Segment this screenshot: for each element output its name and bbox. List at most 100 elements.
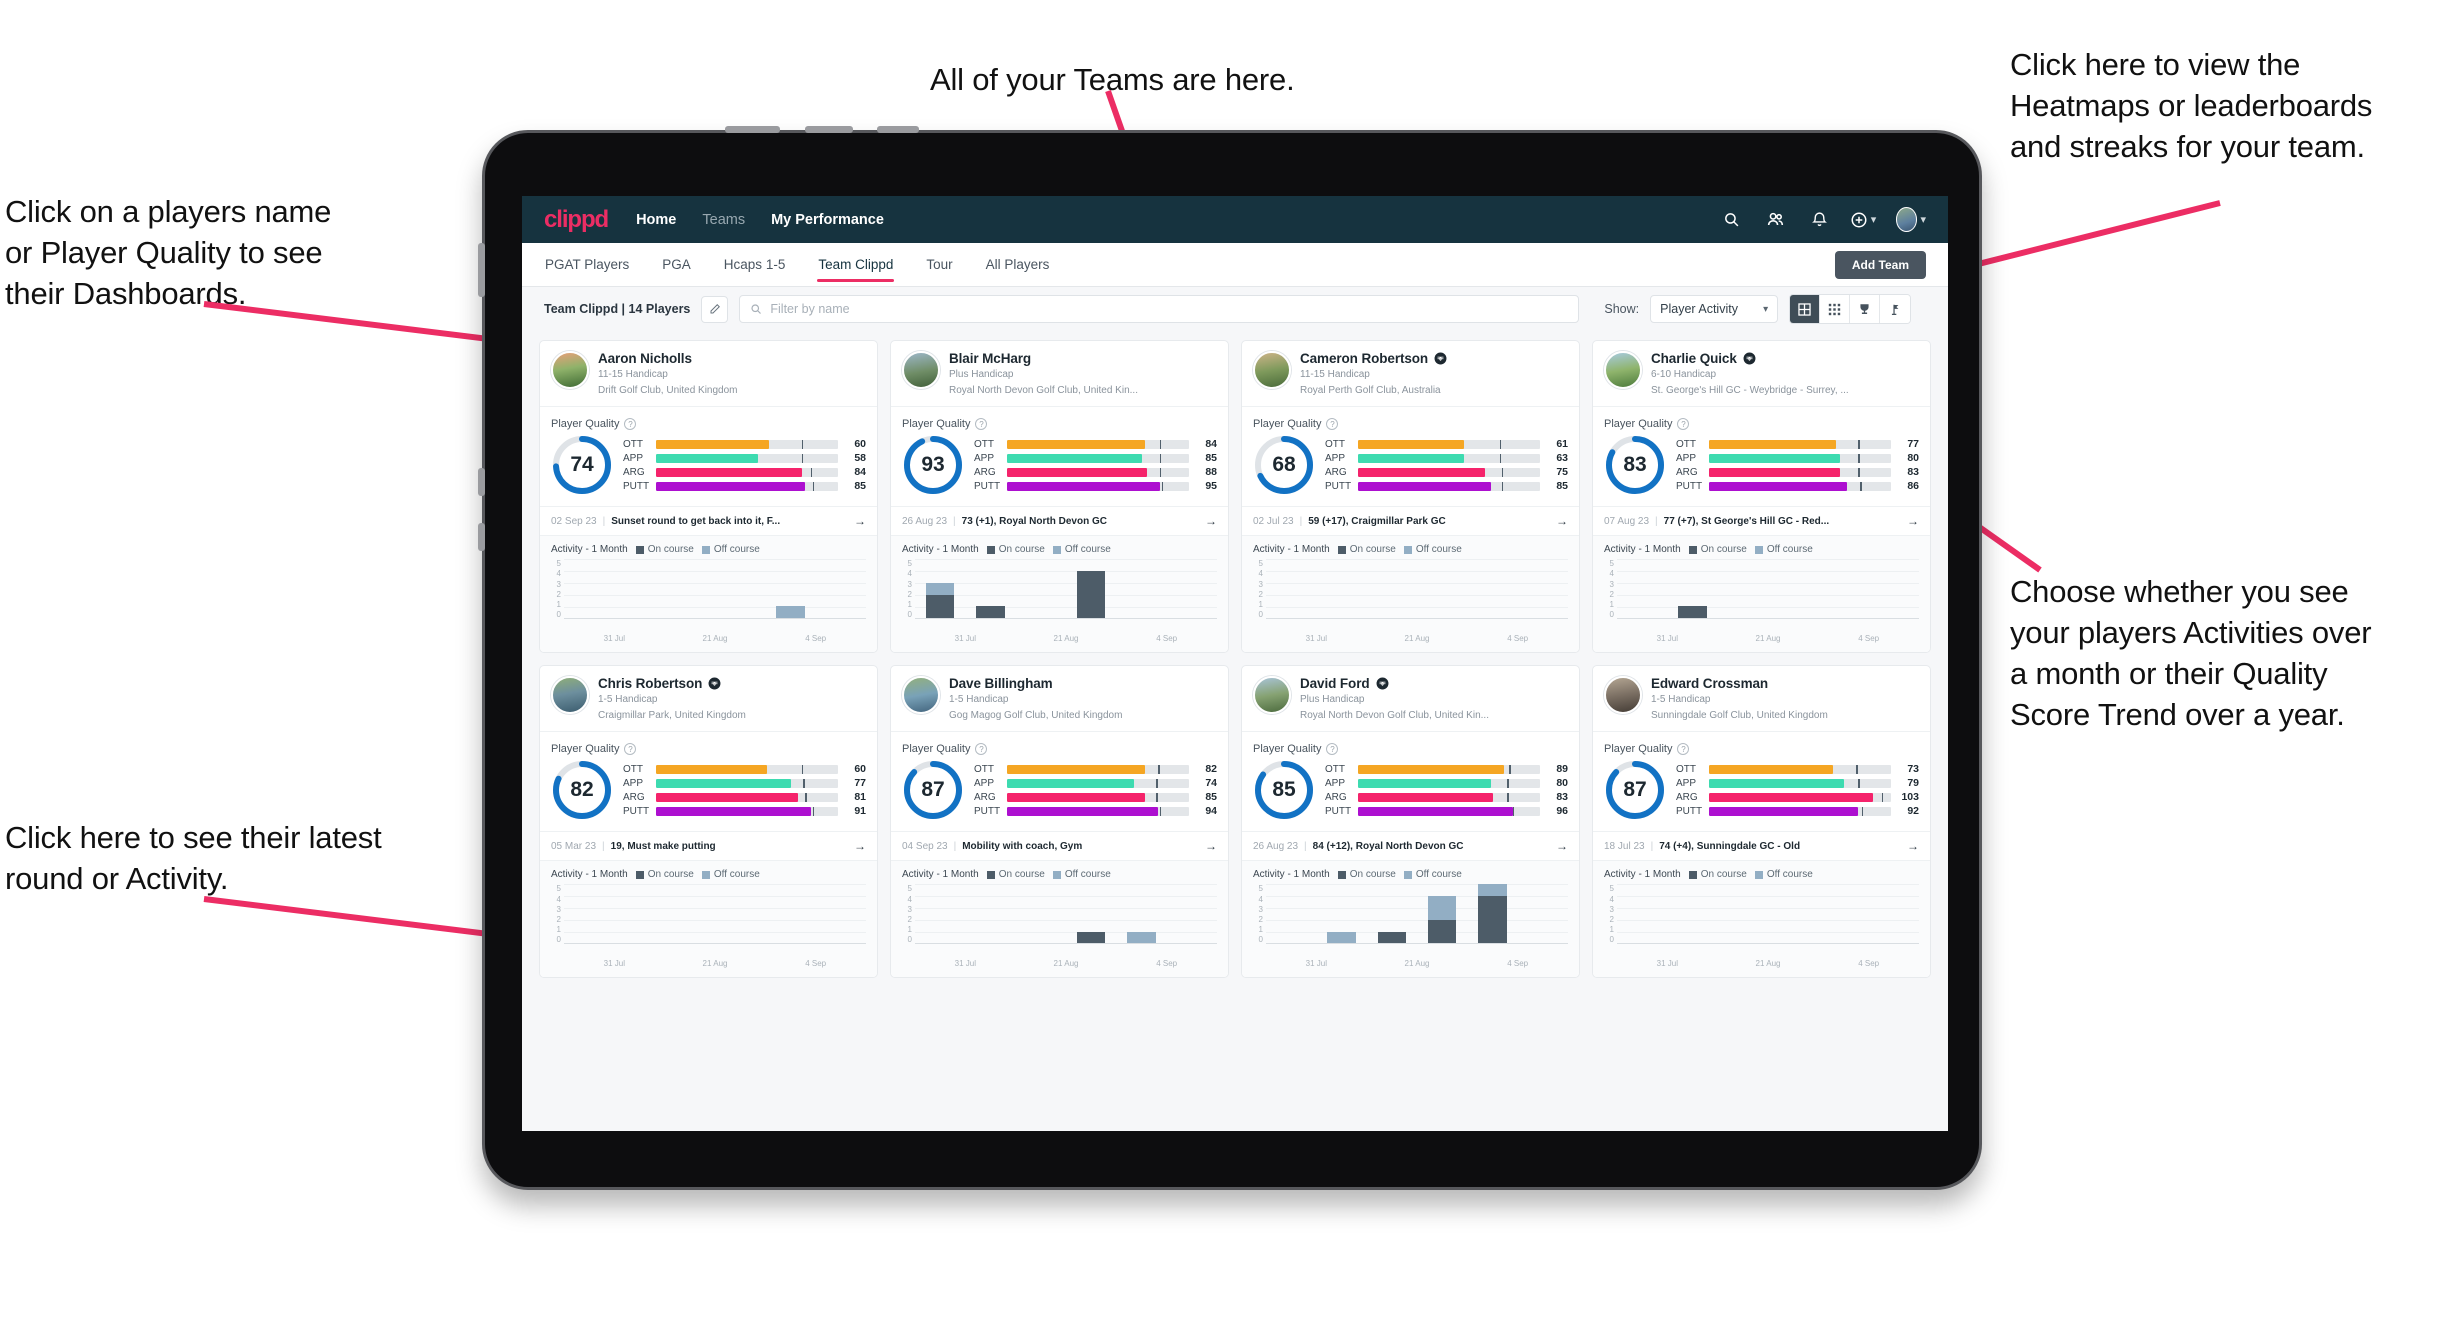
tab-tour[interactable]: Tour bbox=[925, 245, 953, 284]
player-name[interactable]: Charlie Quick bbox=[1651, 351, 1737, 366]
nav-link-teams[interactable]: Teams bbox=[702, 212, 745, 228]
search-icon[interactable] bbox=[1716, 205, 1746, 235]
player-card-header[interactable]: Charlie Quick 6-10 Handicap St. George's… bbox=[1593, 341, 1930, 406]
player-card-header[interactable]: Chris Robertson 1-5 Handicap Craigmillar… bbox=[540, 666, 877, 731]
arrow-right-icon[interactable]: → bbox=[1205, 839, 1217, 853]
arrow-right-icon[interactable]: → bbox=[1907, 514, 1919, 528]
player-quality-section[interactable]: Player Quality ? 82 OTT 60 APP 77 ARG 81… bbox=[540, 731, 877, 831]
trophy-icon[interactable] bbox=[1850, 295, 1881, 323]
tab-hcaps-1-5[interactable]: Hcaps 1-5 bbox=[723, 245, 787, 284]
latest-round-row[interactable]: 04 Sep 23 | Mobility with coach, Gym → bbox=[891, 831, 1228, 860]
player-quality-section[interactable]: Player Quality ? 87 OTT 82 APP 74 ARG 85… bbox=[891, 731, 1228, 831]
player-quality-title: Player Quality ? bbox=[902, 743, 1217, 756]
x-tick: 21 Aug bbox=[702, 634, 728, 644]
player-name[interactable]: Cameron Robertson bbox=[1300, 351, 1428, 366]
player-avatar[interactable] bbox=[902, 676, 940, 715]
arrow-right-icon[interactable]: → bbox=[1556, 514, 1568, 528]
metric-bar-track bbox=[1358, 467, 1540, 477]
player-avatar[interactable] bbox=[1604, 676, 1642, 715]
player-card[interactable]: Dave Billingham 1-5 Handicap Gog Magog G… bbox=[890, 665, 1229, 979]
clippd-logo[interactable]: clippd bbox=[544, 206, 609, 234]
people-icon[interactable] bbox=[1760, 205, 1790, 235]
player-name[interactable]: David Ford bbox=[1300, 676, 1370, 691]
player-card[interactable]: Cameron Robertson 11-15 Handicap Royal P… bbox=[1241, 340, 1580, 654]
help-icon[interactable]: ? bbox=[624, 743, 637, 756]
nav-link-my-performance[interactable]: My Performance bbox=[771, 212, 884, 228]
x-tick: 21 Aug bbox=[1404, 634, 1430, 644]
tab-team-clippd[interactable]: Team Clippd bbox=[817, 245, 895, 284]
tablet-device-frame: clippd Home Teams My Performance ▾ ▾ PGA… bbox=[478, 126, 1982, 1190]
grid-large-icon[interactable] bbox=[1790, 295, 1821, 323]
player-quality-section[interactable]: Player Quality ? 85 OTT 89 APP 80 ARG 83… bbox=[1242, 731, 1579, 831]
tab-all-players[interactable]: All Players bbox=[985, 245, 1051, 284]
player-avatar[interactable] bbox=[551, 676, 589, 715]
nav-link-home[interactable]: Home bbox=[636, 212, 676, 228]
pencil-icon[interactable] bbox=[701, 295, 729, 323]
player-quality-section[interactable]: Player Quality ? 83 OTT 77 APP 80 ARG 83… bbox=[1593, 406, 1930, 506]
arrow-right-icon[interactable]: → bbox=[1205, 514, 1217, 528]
player-name[interactable]: Dave Billingham bbox=[949, 676, 1053, 691]
player-quality-section[interactable]: Player Quality ? 68 OTT 61 APP 63 ARG 75… bbox=[1242, 406, 1579, 506]
bell-icon[interactable] bbox=[1804, 205, 1834, 235]
y-tick: 5 bbox=[1258, 884, 1263, 894]
flag-pin-icon[interactable] bbox=[1880, 295, 1911, 323]
show-dropdown[interactable]: Player Activity ▾ bbox=[1650, 295, 1779, 323]
tab-pgat-players[interactable]: PGAT Players bbox=[544, 245, 630, 284]
latest-round-row[interactable]: 26 Aug 23 | 84 (+12), Royal North Devon … bbox=[1242, 831, 1579, 860]
latest-round-row[interactable]: 05 Mar 23 | 19, Must make putting → bbox=[540, 831, 877, 860]
help-icon[interactable]: ? bbox=[975, 418, 988, 431]
add-team-button[interactable]: Add Team bbox=[1834, 251, 1926, 279]
latest-round-row[interactable]: 07 Aug 23 | 77 (+7), St George's Hill GC… bbox=[1593, 506, 1930, 535]
latest-round-row[interactable]: 26 Aug 23 | 73 (+1), Royal North Devon G… bbox=[891, 506, 1228, 535]
player-card[interactable]: Charlie Quick 6-10 Handicap St. George's… bbox=[1592, 340, 1931, 654]
player-name[interactable]: Aaron Nicholls bbox=[598, 351, 692, 366]
player-card[interactable]: Edward Crossman 1-5 Handicap Sunningdale… bbox=[1592, 665, 1931, 979]
player-avatar[interactable] bbox=[1604, 351, 1642, 389]
player-name[interactable]: Blair McHarg bbox=[949, 351, 1031, 366]
player-card-header[interactable]: Edward Crossman 1-5 Handicap Sunningdale… bbox=[1593, 666, 1930, 731]
latest-round-row[interactable]: 02 Jul 23 | 59 (+17), Craigmillar Park G… bbox=[1242, 506, 1579, 535]
metric-label: APP bbox=[1676, 452, 1697, 464]
player-card-header[interactable]: Cameron Robertson 11-15 Handicap Royal P… bbox=[1242, 341, 1579, 406]
player-quality-section[interactable]: Player Quality ? 93 OTT 84 APP 85 ARG 88… bbox=[891, 406, 1228, 506]
help-icon[interactable]: ? bbox=[1677, 418, 1690, 431]
player-avatar[interactable] bbox=[551, 351, 589, 389]
metric-row: OTT 73 bbox=[1676, 763, 1919, 775]
legend-on-course: On course bbox=[635, 869, 694, 880]
arrow-right-icon[interactable]: → bbox=[1556, 839, 1568, 853]
latest-round-row[interactable]: 02 Sep 23 | Sunset round to get back int… bbox=[540, 506, 877, 535]
player-avatar[interactable] bbox=[1253, 351, 1291, 389]
grid-dense-icon[interactable] bbox=[1820, 295, 1851, 323]
metric-bar-fill bbox=[1709, 764, 1833, 774]
arrow-right-icon[interactable]: → bbox=[1907, 839, 1919, 853]
player-name[interactable]: Edward Crossman bbox=[1651, 676, 1768, 691]
help-icon[interactable]: ? bbox=[1677, 743, 1690, 756]
player-card-header[interactable]: Blair McHarg Plus Handicap Royal North D… bbox=[891, 341, 1228, 406]
player-avatar[interactable] bbox=[902, 351, 940, 389]
arrow-right-icon[interactable]: → bbox=[854, 514, 866, 528]
player-card[interactable]: David Ford Plus Handicap Royal North Dev… bbox=[1241, 665, 1580, 979]
avatar[interactable]: ▾ bbox=[1896, 205, 1926, 235]
search-input[interactable]: Filter by name bbox=[739, 295, 1580, 323]
activity-bar-slot bbox=[1467, 884, 1517, 944]
latest-round-row[interactable]: 18 Jul 23 | 74 (+4), Sunningdale GC - Ol… bbox=[1593, 831, 1930, 860]
arrow-right-icon[interactable]: → bbox=[854, 839, 866, 853]
help-icon[interactable]: ? bbox=[1326, 743, 1339, 756]
help-icon[interactable]: ? bbox=[1326, 418, 1339, 431]
player-name[interactable]: Chris Robertson bbox=[598, 676, 702, 691]
activity-bar-slot bbox=[1316, 559, 1366, 618]
player-card-header[interactable]: David Ford Plus Handicap Royal North Dev… bbox=[1242, 666, 1579, 731]
help-icon[interactable]: ? bbox=[975, 743, 988, 756]
player-card[interactable]: Chris Robertson 1-5 Handicap Craigmillar… bbox=[539, 665, 878, 979]
help-icon[interactable]: ? bbox=[624, 418, 637, 431]
player-quality-section[interactable]: Player Quality ? 74 OTT 60 APP 58 ARG 84… bbox=[540, 406, 877, 506]
player-card-header[interactable]: Dave Billingham 1-5 Handicap Gog Magog G… bbox=[891, 666, 1228, 731]
tab-pga[interactable]: PGA bbox=[661, 245, 692, 284]
player-quality-section[interactable]: Player Quality ? 87 OTT 73 APP 79 ARG 10… bbox=[1593, 731, 1930, 831]
player-avatar[interactable] bbox=[1253, 676, 1291, 715]
player-card[interactable]: Aaron Nicholls 11-15 Handicap Drift Golf… bbox=[539, 340, 878, 654]
player-card[interactable]: Blair McHarg Plus Handicap Royal North D… bbox=[890, 340, 1229, 654]
player-card-header[interactable]: Aaron Nicholls 11-15 Handicap Drift Golf… bbox=[540, 341, 877, 406]
plus-circle-icon[interactable]: ▾ bbox=[1848, 205, 1878, 235]
activity-bar-slot bbox=[614, 884, 664, 943]
